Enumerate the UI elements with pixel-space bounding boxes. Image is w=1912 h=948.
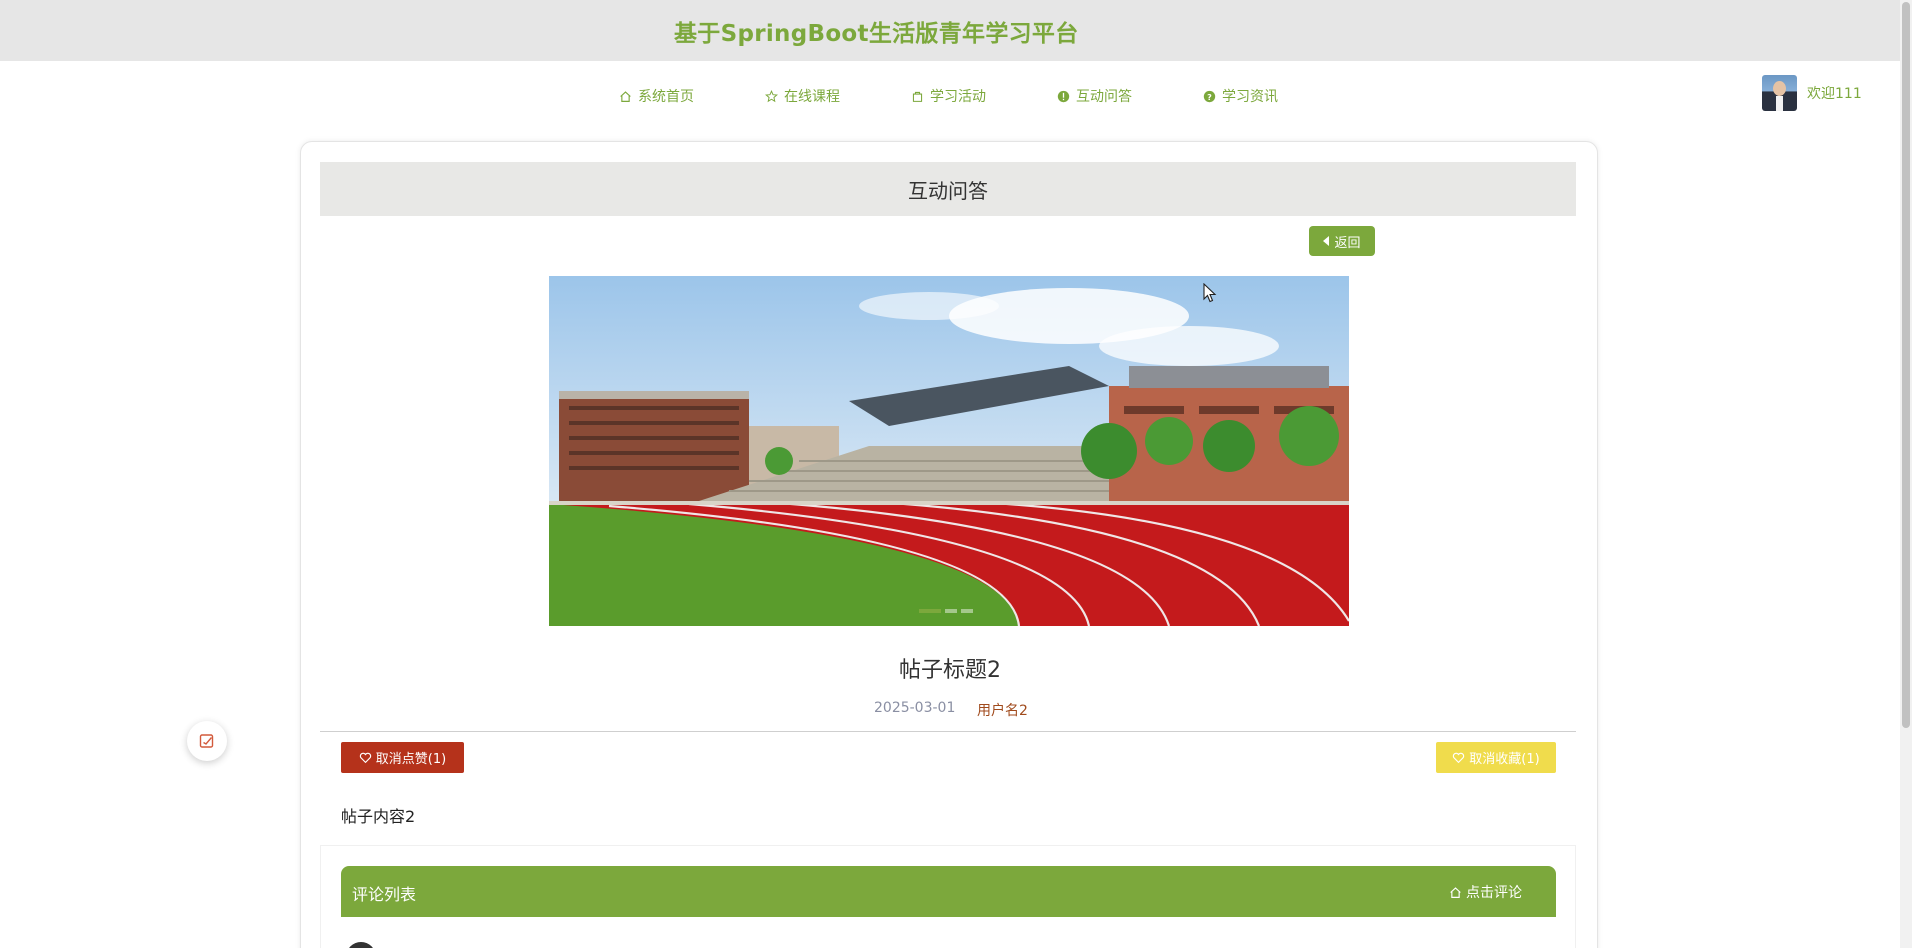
nav-label: 在线课程 [784, 89, 840, 105]
nav-label: 互动问答 [1076, 89, 1132, 105]
main-nav: 系统首页 在线课程 学习活动 互动问答 ? 学习资讯 [0, 86, 1900, 108]
heart-icon [1453, 752, 1465, 764]
nav-item-courses[interactable]: 在线课程 [765, 86, 840, 106]
site-title: 基于SpringBoot生活版青年学习平台 [674, 21, 1079, 47]
unlike-button[interactable]: 取消点赞(1) [341, 742, 464, 773]
caret-left-icon [1323, 236, 1330, 246]
unfavorite-button-label: 取消收藏(1) [1469, 752, 1540, 767]
nav-item-news[interactable]: ? 学习资讯 [1203, 86, 1278, 106]
avatar[interactable] [1762, 75, 1797, 111]
unfavorite-button[interactable]: 取消收藏(1) [1436, 742, 1556, 773]
svg-text:?: ? [1207, 91, 1212, 101]
heart-icon [359, 752, 371, 764]
back-button-label: 返回 [1334, 235, 1361, 251]
user-info[interactable]: 欢迎111 [1762, 75, 1862, 111]
top-header-bar: 基于SpringBoot生活版青年学习平台 [0, 0, 1900, 61]
post-author: 用户名2 [977, 703, 1028, 719]
back-button[interactable]: 返回 [1309, 226, 1375, 256]
home-icon [1450, 886, 1461, 898]
star-icon [765, 89, 778, 102]
welcome-text[interactable]: 欢迎111 [1807, 83, 1862, 103]
post-date: 2025-03-01 [874, 700, 956, 716]
post-title: 帖子标题2 [899, 658, 1001, 683]
carousel-indicator[interactable] [961, 609, 973, 613]
question-circle-icon: ? [1203, 90, 1216, 102]
banner-carousel[interactable] [549, 276, 1349, 626]
unlike-button-label: 取消点赞(1) [375, 752, 447, 767]
section-heading: 互动问答 [320, 162, 1576, 216]
carousel-indicator-active[interactable] [919, 609, 941, 613]
home-icon [620, 90, 631, 102]
comment-list-title: 评论列表 [352, 885, 417, 904]
bag-icon [912, 91, 923, 102]
vertical-scrollbar[interactable] [1900, 0, 1912, 948]
scrollbar-thumb[interactable] [1902, 2, 1910, 728]
nav-item-qa[interactable]: 互动问答 [1057, 86, 1132, 106]
carousel-indicator[interactable] [945, 609, 957, 613]
edit-note-icon [199, 734, 214, 748]
nav-item-activities[interactable]: 学习活动 [911, 86, 986, 106]
mouse-cursor-icon [1203, 283, 1217, 303]
nav-label: 系统首页 [638, 89, 694, 105]
add-comment-label: 点击评论 [1466, 885, 1522, 901]
info-circle-icon [1057, 90, 1070, 102]
comment-header: 评论列表 点击评论 [341, 866, 1556, 917]
floating-edit-button[interactable] [187, 721, 227, 761]
divider [320, 731, 1576, 732]
banner-image [549, 276, 1349, 626]
nav-item-home[interactable]: 系统首页 [619, 86, 694, 106]
add-comment-button[interactable]: 点击评论 [1449, 882, 1522, 902]
post-content: 帖子内容2 [341, 807, 416, 826]
nav-label: 学习资讯 [1222, 89, 1278, 105]
nav-label: 学习活动 [930, 89, 986, 105]
